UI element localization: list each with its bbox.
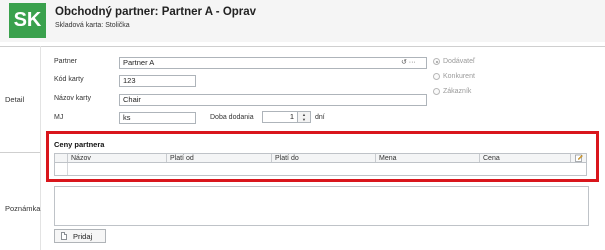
page-title: Obchodný partner: Partner A - Oprav: [55, 6, 257, 18]
unit-field[interactable]: ks: [119, 112, 196, 124]
unit-value: ks: [123, 113, 131, 122]
card-code-value: 123: [123, 76, 136, 85]
delivery-field[interactable]: 1: [262, 111, 298, 123]
partner-label: Partner: [54, 58, 77, 65]
stepper-down-icon[interactable]: ▼: [298, 117, 310, 122]
radio-customer-label: Zákazník: [443, 88, 472, 95]
delivery-unit-label: dní: [315, 114, 325, 121]
partner-field[interactable]: Partner A: [119, 57, 427, 69]
radio-competitor-circle[interactable]: [433, 73, 440, 80]
section-divider: [0, 152, 40, 153]
add-button-label: Pridaj: [73, 231, 93, 241]
radio-competitor[interactable]: Konkurent: [433, 73, 475, 80]
highlight-frame: [46, 131, 599, 182]
unit-label: MJ: [54, 114, 64, 121]
section-label-note: Poznámka: [5, 204, 41, 213]
partner-value: Partner A: [123, 58, 155, 67]
radio-supplier[interactable]: Dodávateľ: [433, 58, 475, 65]
radio-customer-circle[interactable]: [433, 88, 440, 95]
card-name-label: Názov karty: [54, 95, 91, 102]
section-column-divider: [40, 46, 41, 250]
partner-lookup-icon[interactable]: ↺ ···: [401, 58, 416, 66]
radio-supplier-circle[interactable]: [433, 58, 440, 65]
delivery-stepper[interactable]: ▲ ▼: [298, 111, 311, 123]
delivery-value: 1: [289, 112, 294, 121]
module-logo: SK: [9, 3, 46, 38]
page-subtitle: Skladová karta: Stolička: [55, 22, 130, 29]
note-textarea[interactable]: [54, 186, 589, 226]
radio-customer[interactable]: Zákazník: [433, 88, 471, 95]
radio-competitor-label: Konkurent: [443, 73, 475, 80]
delivery-label: Doba dodania: [210, 114, 254, 121]
document-icon: [61, 232, 67, 240]
radio-supplier-label: Dodávateľ: [443, 58, 476, 65]
card-code-label: Kód karty: [54, 76, 84, 83]
card-code-field[interactable]: 123: [119, 75, 196, 87]
section-label-detail: Detail: [5, 95, 25, 104]
header-divider: [0, 46, 605, 47]
card-name-value: Chair: [123, 95, 141, 104]
add-button[interactable]: Pridaj: [54, 229, 106, 243]
card-name-field[interactable]: Chair: [119, 94, 427, 106]
